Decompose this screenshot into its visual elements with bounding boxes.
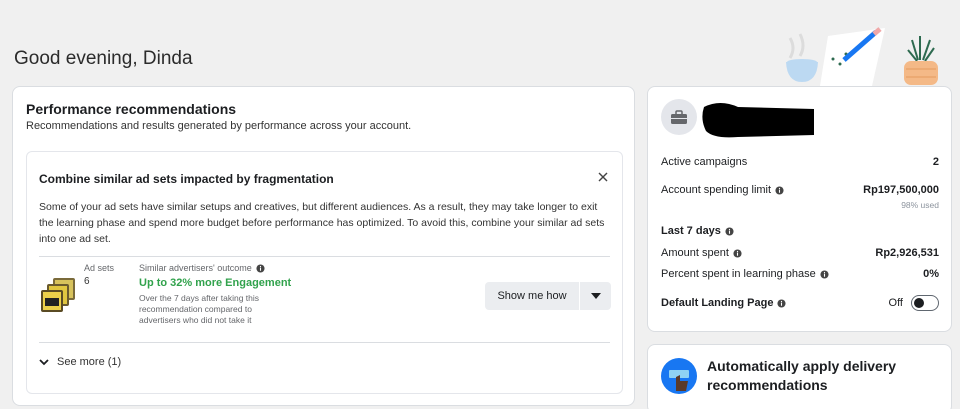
adsets-label: Ad sets [84,263,115,273]
recommendation-title: Combine similar ad sets impacted by frag… [39,172,334,186]
last-7-days-row: Last 7 days [661,225,939,237]
auto-apply-title: Automatically apply delivery recommendat… [707,358,897,393]
percent-learning-value: 0% [923,268,939,280]
show-me-how-button[interactable]: Show me how [485,282,579,310]
see-more-toggle[interactable]: See more (1) [39,356,121,368]
spending-used-percent: 98% used [901,200,939,210]
default-landing-status: Off [888,297,903,309]
last-7-days-label: Last 7 days [661,225,721,237]
active-campaigns-label: Active campaigns [661,156,748,168]
percent-learning-row: Percent spent in learning phase 0% [661,268,939,280]
info-icon[interactable] [775,185,784,195]
auto-apply-card: Automatically apply delivery recommendat… [647,344,952,409]
account-avatar [661,99,697,135]
greeting-illustration [786,27,938,86]
percent-learning-label: Percent spent in learning phase [661,268,816,280]
info-icon[interactable] [733,248,742,258]
briefcase-icon [671,109,687,124]
performance-subtitle: Recommendations and results generated by… [26,120,412,132]
divider [39,256,610,257]
default-landing-row: Default Landing Page Off [661,295,939,311]
default-landing-label: Default Landing Page [661,297,774,309]
info-icon[interactable] [256,263,265,273]
recommendation-description: Some of your ad sets have similar setups… [39,201,605,245]
amount-spent-row: Amount spent Rp2,926,531 [661,247,939,259]
auto-apply-illustration-icon [661,358,697,394]
account-summary-card: Active campaigns 2 Account spending limi… [647,86,952,332]
default-landing-toggle[interactable] [911,295,939,311]
recommendation-card: Combine similar ad sets impacted by frag… [26,151,623,394]
see-more-label: See more (1) [57,356,122,368]
outcome-value: Up to 32% more Engagement [139,277,292,289]
chevron-down-icon [39,358,49,365]
outcome-label: Similar advertisers' outcome [139,263,252,273]
performance-recommendations-card: Performance recommendations Recommendati… [12,86,635,406]
active-campaigns-value: 2 [932,156,939,168]
adsets-thumbnail-icon [41,278,75,312]
show-me-how-dropdown-button[interactable] [580,282,611,310]
redacted-account-name [702,103,814,138]
divider [39,342,610,343]
info-icon[interactable] [820,269,829,279]
info-icon[interactable] [777,298,787,308]
spending-limit-value: Rp197,500,000 [863,184,939,196]
outcome-label-row: Similar advertisers' outcome [139,263,265,273]
amount-spent-label: Amount spent [661,247,729,259]
caret-down-icon [590,293,601,299]
performance-title: Performance recommendations [26,101,237,117]
spending-limit-label: Account spending limit [661,184,772,196]
info-icon[interactable] [725,226,734,236]
amount-spent-value: Rp2,926,531 [875,247,939,259]
adsets-count: 6 [84,276,90,287]
spending-limit-row: Account spending limit Rp197,500,000 [661,184,939,196]
active-campaigns-row: Active campaigns 2 [661,156,939,168]
outcome-note: Over the 7 days after taking this recomm… [139,293,260,325]
greeting-title: Good evening, Dinda [14,48,193,69]
close-icon[interactable] [596,170,610,184]
